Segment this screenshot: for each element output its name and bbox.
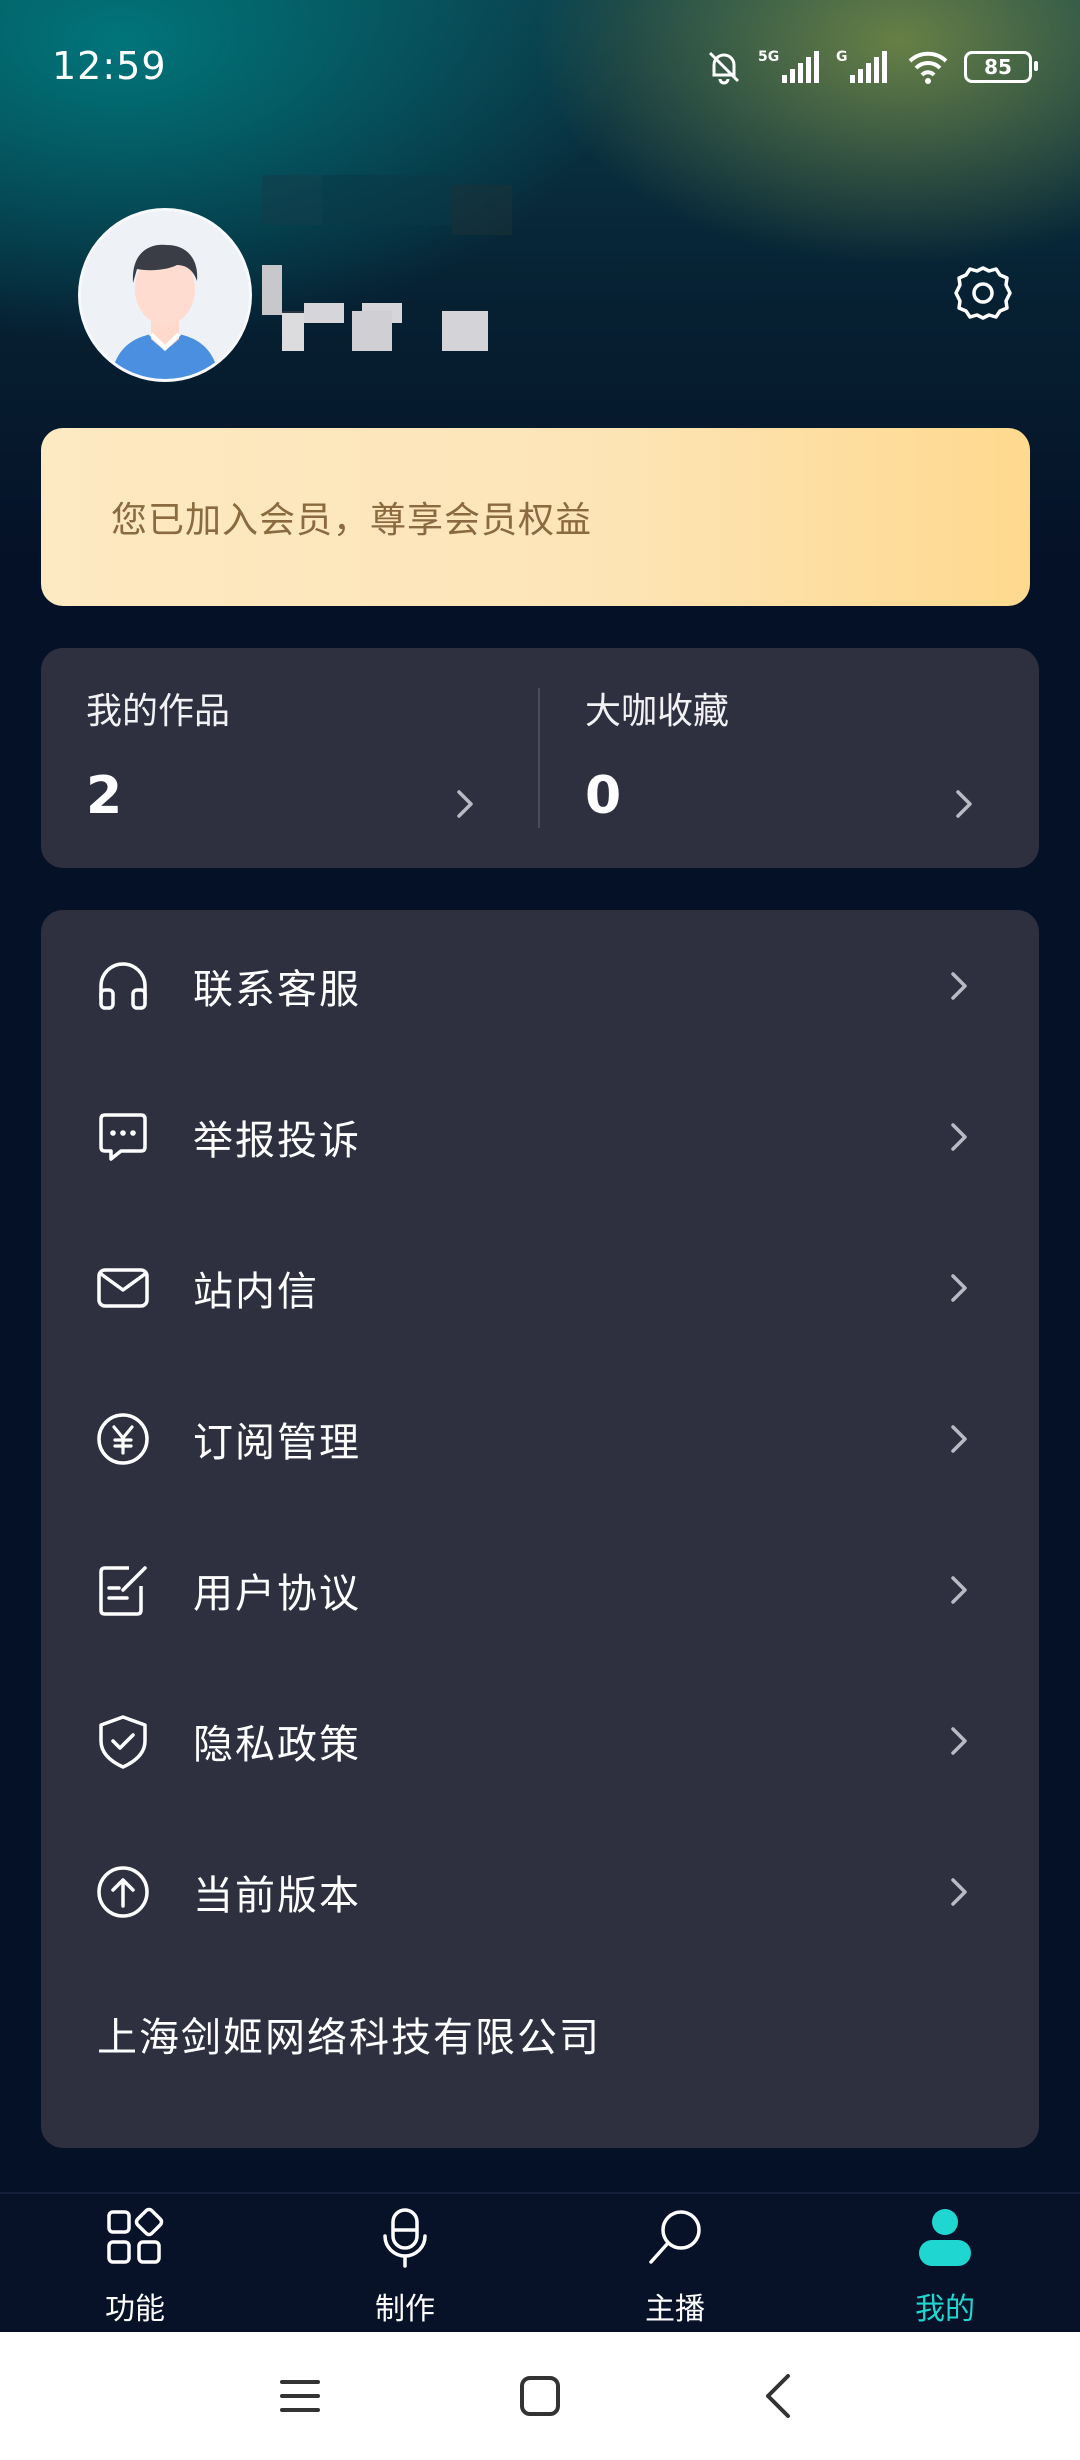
svg-text:5G: 5G: [758, 49, 779, 65]
menu-icon[interactable]: [268, 2364, 332, 2428]
5g-signal-icon: 5G: [758, 49, 819, 83]
chevron-right-icon: [951, 1726, 967, 1755]
avatar-icon: [81, 211, 249, 379]
menu-label: 举报投诉: [193, 1117, 361, 1164]
menu-item-customer-service[interactable]: 联系客服: [41, 910, 1039, 1061]
tab-label: 我的: [915, 2292, 975, 2327]
home-icon[interactable]: [508, 2364, 572, 2428]
chevron-right-icon: [457, 790, 473, 818]
chevron-right-icon: [956, 790, 972, 818]
menu-item-user-agreement[interactable]: 用户协议: [41, 1514, 1039, 1665]
shield-check-icon: [99, 1714, 147, 1769]
stat-label: 我的作品: [86, 691, 231, 732]
menu-label: 联系客服: [193, 966, 361, 1013]
menu-card: 联系客服 举报投诉 站内信 订阅管理 用户协议 隐私政策 当前版本 上海剑姬网络…: [41, 910, 1039, 2148]
chevron-right-icon: [951, 971, 967, 1000]
tab-create[interactable]: 制作: [270, 2194, 540, 2334]
system-nav-bar: [0, 2332, 1080, 2460]
menu-label: 订阅管理: [193, 1419, 361, 1466]
arrow-up-circle-icon: [97, 1865, 149, 1918]
search-icon: [649, 2210, 701, 2264]
battery-icon: 85: [964, 51, 1038, 83]
chevron-right-icon: [951, 1877, 967, 1906]
status-icons: 5G G 85: [704, 44, 1038, 90]
bottom-tab-bar: 功能 制作 主播 我的: [0, 2192, 1080, 2334]
menu-label: 站内信: [193, 1268, 319, 1315]
tab-label: 主播: [645, 2292, 705, 2327]
grid-icon: [107, 2207, 164, 2264]
chevron-right-icon: [951, 1273, 967, 1302]
tab-mine[interactable]: 我的: [810, 2194, 1080, 2334]
chevron-right-icon: [951, 1575, 967, 1604]
stats-card: 我的作品 2 大咖收藏 0: [41, 648, 1039, 868]
mail-icon: [97, 1267, 149, 1308]
stat-my-works[interactable]: 我的作品 2: [41, 648, 540, 868]
chevron-right-icon: [951, 1122, 967, 1151]
stat-value: 2: [86, 766, 123, 826]
stat-collections[interactable]: 大咖收藏 0: [540, 648, 1039, 868]
vip-banner[interactable]: 您已加入会员，尊享会员权益: [41, 428, 1030, 606]
wifi-icon: [908, 51, 948, 84]
g-signal-icon: G: [836, 49, 887, 83]
tab-label: 功能: [105, 2292, 165, 2327]
vip-text: 您已加入会员，尊享会员权益: [111, 500, 593, 541]
stat-label: 大咖收藏: [585, 691, 730, 732]
chat-bubble-icon: [99, 1112, 147, 1161]
headset-icon: [99, 961, 147, 1010]
gear-icon[interactable]: [952, 262, 1014, 324]
menu-item-subscription[interactable]: 订阅管理: [41, 1363, 1039, 1514]
menu-item-privacy-policy[interactable]: 隐私政策: [41, 1665, 1039, 1816]
chevron-right-icon: [951, 1424, 967, 1453]
menu-item-inbox[interactable]: 站内信: [41, 1212, 1039, 1363]
microphone-icon: [383, 2208, 427, 2268]
menu-label: 用户协议: [193, 1570, 361, 1617]
avatar[interactable]: [78, 208, 252, 382]
menu-item-current-version[interactable]: 当前版本: [41, 1816, 1039, 1967]
back-icon[interactable]: [748, 2364, 812, 2428]
person-icon: [919, 2209, 971, 2266]
menu-item-report[interactable]: 举报投诉: [41, 1061, 1039, 1212]
tab-anchor[interactable]: 主播: [540, 2194, 810, 2334]
status-bar: 12:59 5G G 85: [0, 0, 1080, 130]
menu-label: 隐私政策: [193, 1721, 361, 1768]
svg-text:G: G: [836, 49, 848, 65]
tab-features[interactable]: 功能: [0, 2194, 270, 2334]
document-edit-icon: [99, 1565, 147, 1616]
bell-mute-icon: [708, 51, 740, 85]
stat-value: 0: [585, 766, 622, 826]
yuan-icon: [97, 1412, 149, 1465]
status-time: 12:59: [52, 44, 167, 88]
menu-label: 当前版本: [193, 1872, 361, 1919]
battery-level: 85: [984, 55, 1012, 79]
tab-label: 制作: [375, 2292, 435, 2327]
company-name: 上海剑姬网络科技有限公司: [97, 2015, 601, 2061]
